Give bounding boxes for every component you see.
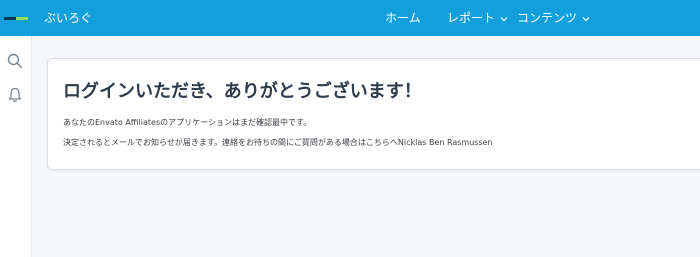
- nav-home[interactable]: ホーム: [385, 10, 421, 26]
- top-navigation-bar: ぶいろぐ ホーム レポート コンテンツ: [0, 0, 700, 36]
- contact-info-text: 決定されるとメールでお知らせが届きます。連絡をお待ちの間にご質問がある場合はこち…: [63, 138, 493, 147]
- logo-segment-dark: [4, 17, 16, 20]
- nav-content-label: コンテンツ: [517, 11, 578, 25]
- welcome-card: ログインいただき、ありがとうございます！ あなたのEnvato Affiliat…: [47, 58, 700, 170]
- search-icon[interactable]: [6, 52, 24, 70]
- nav-report-label: レポート: [447, 11, 496, 25]
- sidebar: [0, 36, 32, 257]
- app-logo[interactable]: [4, 17, 28, 20]
- application-status-text: あなたのEnvato Affiliatesのアプリケーションはまだ確認最中です。: [63, 118, 312, 127]
- chevron-down-icon: [500, 16, 508, 21]
- nav-home-label: ホーム: [385, 11, 421, 25]
- nav-content-dropdown[interactable]: コンテンツ: [517, 10, 591, 26]
- nav-report-dropdown[interactable]: レポート: [447, 10, 509, 26]
- logo-segment-green: [16, 17, 28, 20]
- bell-icon[interactable]: [6, 86, 24, 104]
- chevron-down-icon: [582, 16, 590, 21]
- brand-name[interactable]: ぶいろぐ: [44, 10, 92, 26]
- welcome-title: ログインいただき、ありがとうございます！: [63, 81, 422, 102]
